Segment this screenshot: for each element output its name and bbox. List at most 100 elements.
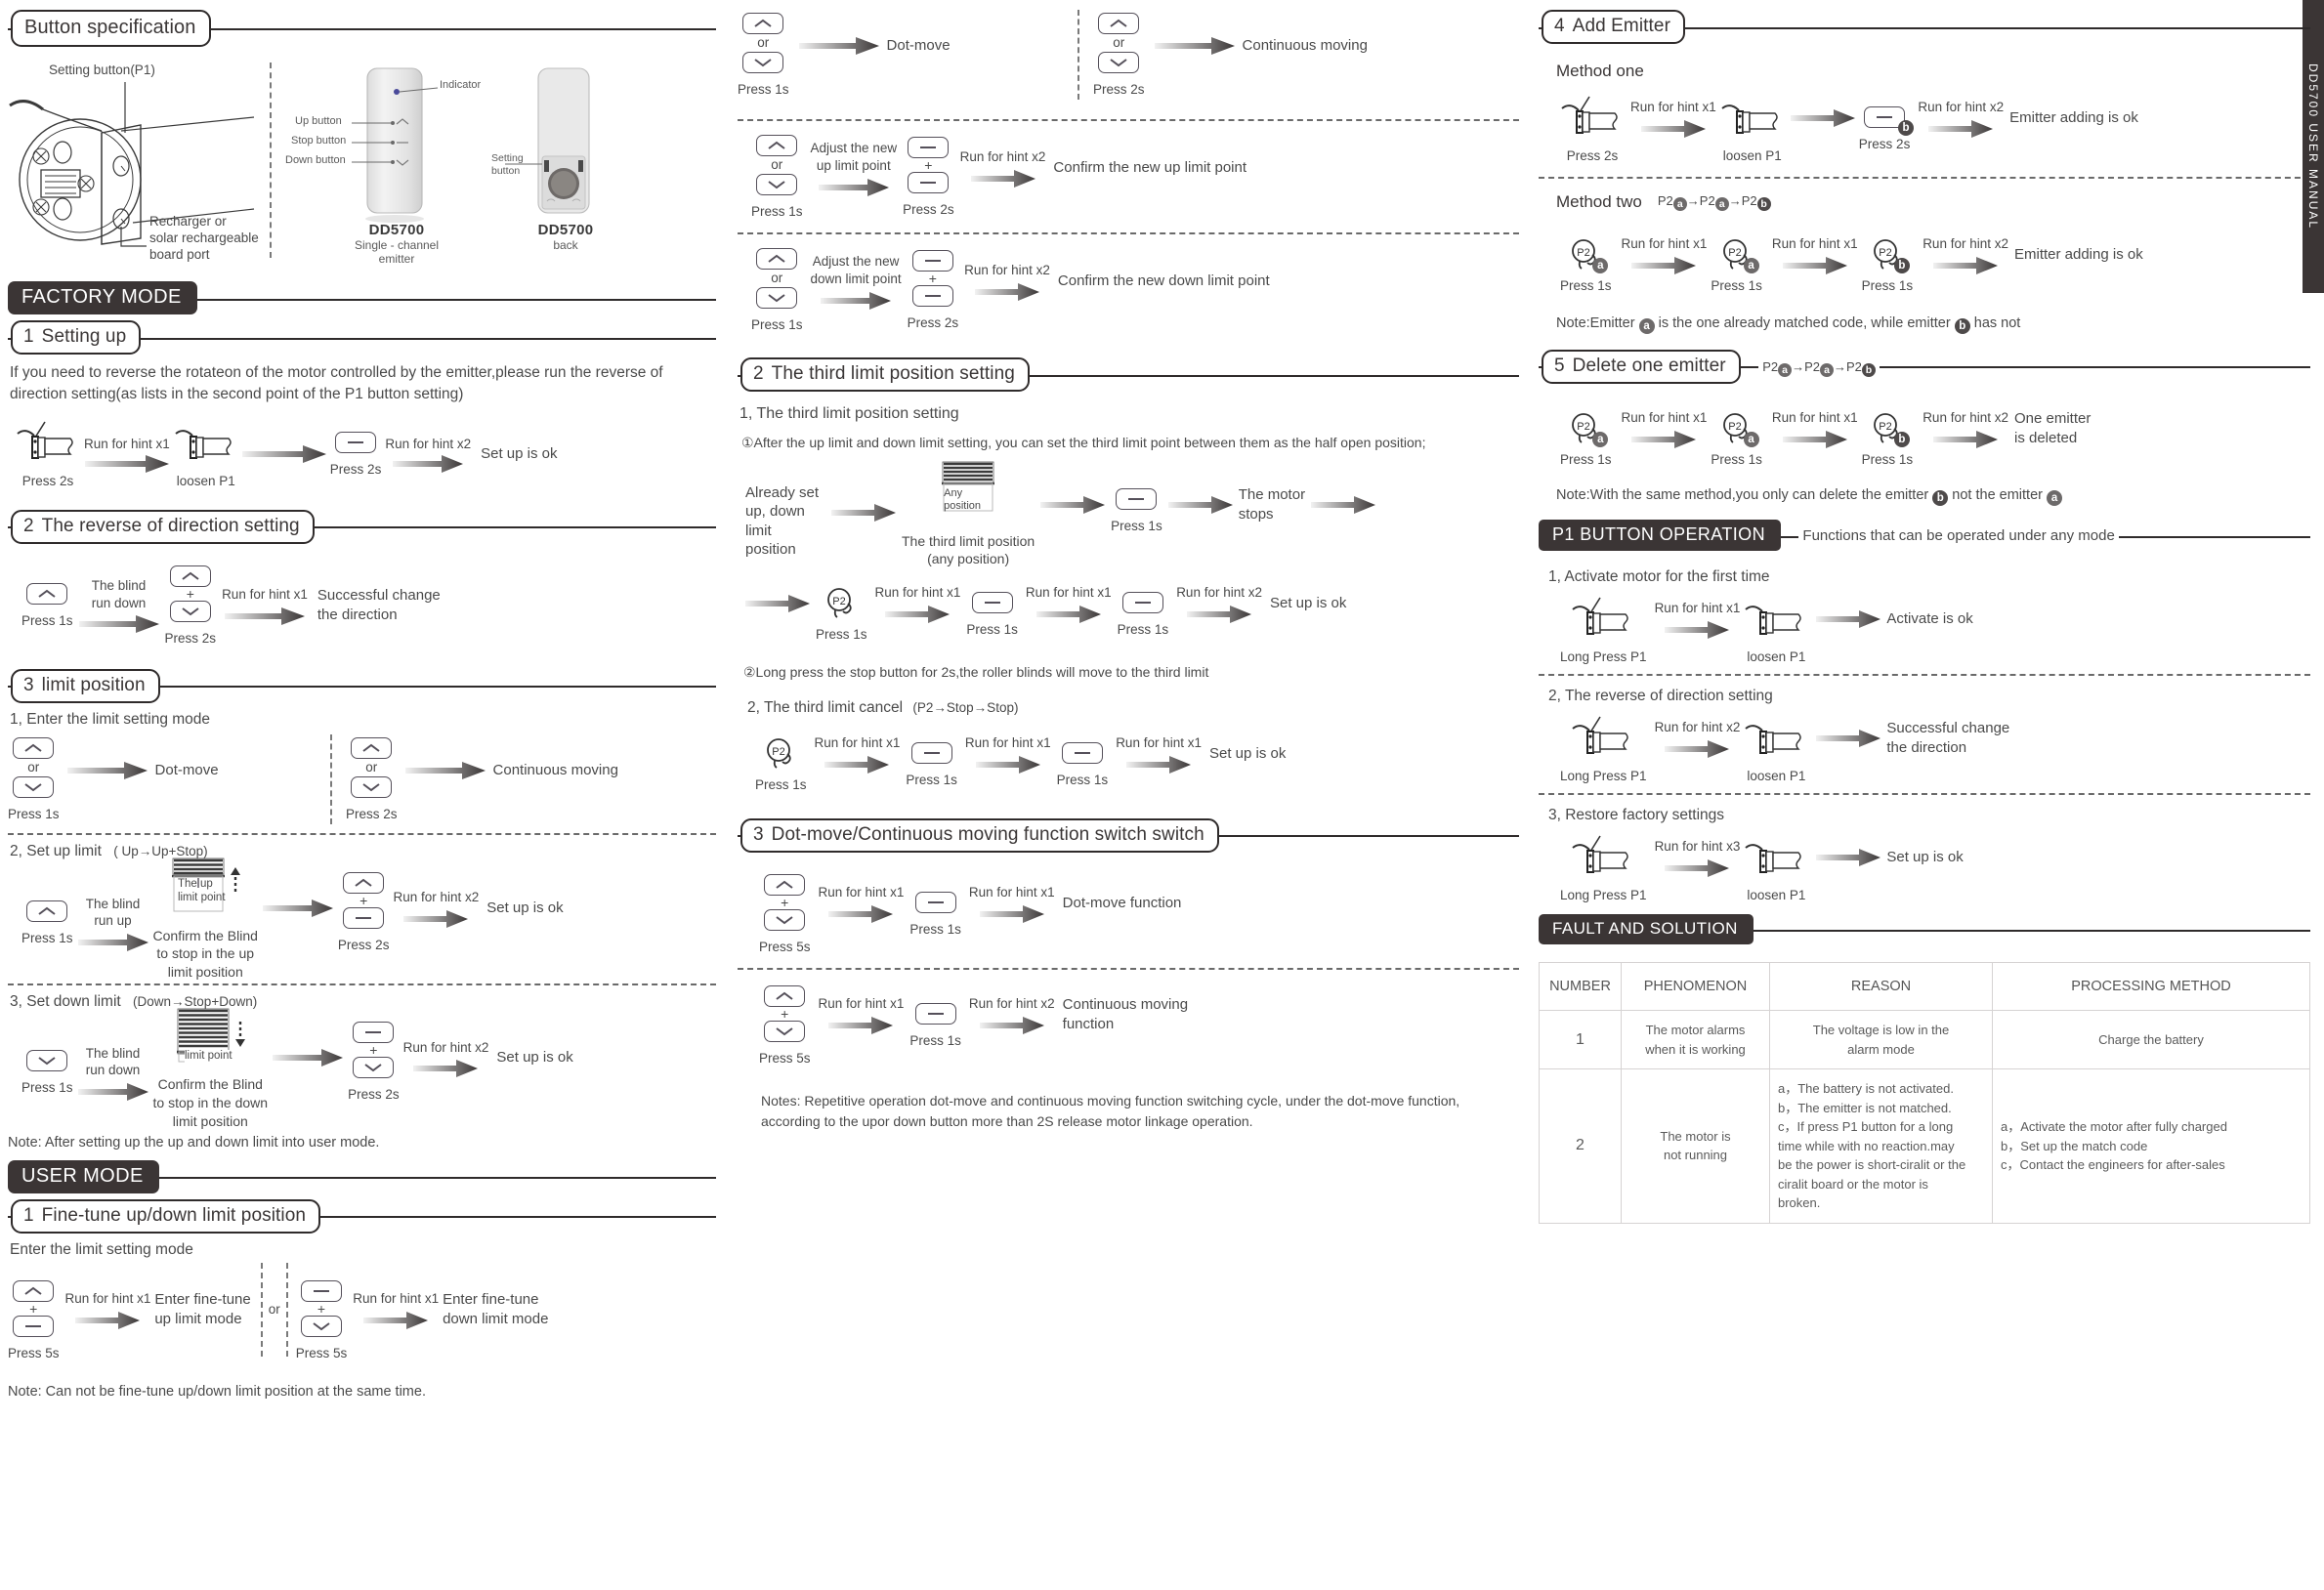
- emitter-a-badge: a: [1592, 257, 1609, 273]
- user-mode-heading-row: USER MODE: [8, 1159, 716, 1193]
- or-label: or: [1113, 35, 1125, 50]
- flow-caption: loosen P1: [1747, 888, 1806, 903]
- flow-caption: Press 5s: [759, 1050, 811, 1066]
- flow-arrow-label: Run for hint x2: [1923, 236, 2008, 251]
- flow-caption: Press 2s: [329, 461, 382, 477]
- down-button-icon: [742, 52, 784, 73]
- flow-result: Dot-move: [886, 36, 951, 54]
- arrow-icon: [77, 933, 148, 951]
- third-limit-cancel-subtitle: 2, The third limit cancel (P2→Stop→Stop): [747, 699, 1519, 717]
- emitter-back-drawing: [505, 67, 590, 214]
- cell-number: 2: [1539, 1068, 1622, 1224]
- down-button-icon: [756, 174, 798, 195]
- flow-divider: [330, 733, 332, 824]
- section-3-heading: 3 limit position: [11, 668, 160, 703]
- flow-arrow-label: Run for hint x2: [1654, 720, 1741, 735]
- flow-arrow: [404, 761, 486, 779]
- flow-arrow-2: [1816, 730, 1881, 748]
- set-down-limit-subtitle: 3, Set down limit (Down→Stop+Down): [10, 993, 716, 1011]
- setting-button-back-label: Setting button: [491, 152, 524, 177]
- flow-step-up-plus-down: + Press 5s: [759, 984, 811, 1066]
- svg-text:P2: P2: [773, 746, 785, 758]
- third-limit-flow-a: Already set up, down limit position Any …: [745, 461, 1519, 568]
- motor-icon: [1571, 715, 1635, 760]
- flow-step-stop-plus-down: + Press 2s: [348, 1022, 400, 1102]
- badge-a-1: a: [1778, 362, 1793, 377]
- flow-caption: Press 1s: [816, 627, 867, 643]
- flow-arrow-label: Adjust the new down limit point: [810, 254, 902, 286]
- up-down-combo: +: [764, 984, 806, 1042]
- seq-p2-1: P2: [1762, 358, 1779, 374]
- mid-dotmove-flow: or Press 1s Dot-move: [738, 10, 1077, 100]
- emitter-front-model: DD5700: [368, 222, 425, 238]
- third-limit-caption: The third limit position (any position): [902, 532, 1035, 567]
- confirm-up-caption: Confirm the Blind to stop in the up limi…: [152, 927, 258, 981]
- flow-step-up-key: Press 1s: [21, 582, 73, 628]
- flow-arrow-label: Run for hint x1: [64, 1291, 151, 1307]
- delete-emitter-flow: P2 a Press 1s Run for hint x1 P2 a Press…: [1560, 409, 2310, 471]
- seq-p2-3: P2: [1846, 358, 1862, 374]
- motor-head-diagram: Setting button(P1) Recharger or solar re…: [8, 63, 270, 263]
- svg-text:P2: P2: [1578, 247, 1590, 259]
- set-down-limit-flow: Press 1s The blind run down limit point …: [21, 1008, 716, 1130]
- right-section-4-number: 4: [1554, 16, 1565, 36]
- left-column: Button specification Setting button(P1): [0, 0, 728, 1590]
- th-processing-method: PROCESSING METHOD: [1992, 962, 2310, 1012]
- cell-phenomenon: The motor is not running: [1621, 1068, 1770, 1224]
- flow-caption: Press 1s: [1861, 277, 1914, 293]
- p2-with-badge-b: P2 b: [1871, 412, 1910, 447]
- arrow-icon: [1933, 256, 1999, 274]
- dotmove-switch-heading-row: 3 Dot-move/Continuous moving function swi…: [738, 817, 1519, 853]
- flow-step-motor-loosen: loosen P1: [1744, 715, 1808, 783]
- reverse-direction-heading-row: 2 The reverse of direction setting: [8, 509, 716, 544]
- flow-caption: Press 1s: [1117, 622, 1169, 638]
- flow-step-stop-key: Press 1s: [1111, 487, 1162, 533]
- up-button-icon: [764, 873, 806, 896]
- motor-icon: [16, 420, 80, 465]
- flow-arrow-0: [745, 595, 810, 613]
- p2-with-badge-a: P2 a: [1569, 412, 1609, 447]
- cell-number: 1: [1539, 1010, 1622, 1070]
- flow-arrow-label: Run for hint x2: [402, 1039, 489, 1055]
- flow-arrow-2: Run for hint x1: [965, 734, 1051, 774]
- flow-result: Emitter adding is ok: [2013, 245, 2143, 263]
- emitter-a-badge: a: [1638, 317, 1655, 334]
- or-label: or: [771, 157, 783, 172]
- flow-step-stop-plus-stop: + Press 2s: [908, 250, 958, 330]
- restore-factory-flow: Long Press P1 Run for hint x3 loosen P1 …: [1560, 834, 2310, 902]
- flow-arrow-1: Run for hint x1: [1622, 235, 1707, 274]
- flow-arrow-1: The blind run down: [78, 577, 159, 634]
- seq-p2-1: P2: [1657, 193, 1673, 208]
- flow-caption: Press 1s: [8, 806, 60, 821]
- up-button-icon: [1098, 13, 1140, 34]
- flow-arrow-label: Run for hint x1: [818, 995, 905, 1011]
- stop-button-icon: [914, 1002, 956, 1025]
- flow-arrow-1: [831, 503, 896, 522]
- flow-arrow-2: [273, 1049, 344, 1067]
- restore-factory-subtitle: 3, Restore factory settings: [1548, 807, 1725, 824]
- motor-icon: [1560, 95, 1625, 140]
- setting-up-heading-row: 1 Setting up: [8, 320, 716, 355]
- divider: [8, 832, 716, 835]
- flow-arrow-3: Run for hint x2: [1176, 584, 1262, 623]
- right-section-5-title: Delete one emitter: [1572, 355, 1726, 376]
- seq-p2-2: P2: [1699, 193, 1715, 208]
- flow-result: Set up is ok: [1208, 744, 1287, 762]
- factory-mode-heading-row: FACTORY MODE: [8, 281, 716, 314]
- dotmove-switch-notes: Notes: Repetitive operation dot-move and…: [761, 1092, 1460, 1130]
- up-button-icon: [169, 565, 211, 587]
- divider: [1539, 793, 2310, 796]
- flow-arrow-label: Run for hint x1: [968, 884, 1055, 900]
- plus-symbol: +: [317, 1301, 326, 1318]
- button-spec-heading-row: Button specification: [8, 10, 716, 47]
- flow-arrow-label: Run for hint x1: [1771, 410, 1858, 426]
- fine-tune-down-flow: + Press 5s Run for hint x1 Enter fine-tu…: [296, 1280, 548, 1360]
- seq-p2-3: P2: [1741, 193, 1757, 208]
- down-button-icon: [169, 600, 211, 622]
- plus-symbol: +: [359, 893, 368, 909]
- flow-arrow-label: Run for hint x1: [84, 436, 170, 451]
- mid-section-2-title: The third limit position setting: [771, 363, 1015, 384]
- flow-caption: Long Press P1: [1560, 769, 1647, 784]
- flow-step-motor-press: Press 2s: [1560, 95, 1625, 163]
- flow-arrow-label: Run for hint x1: [1116, 735, 1202, 751]
